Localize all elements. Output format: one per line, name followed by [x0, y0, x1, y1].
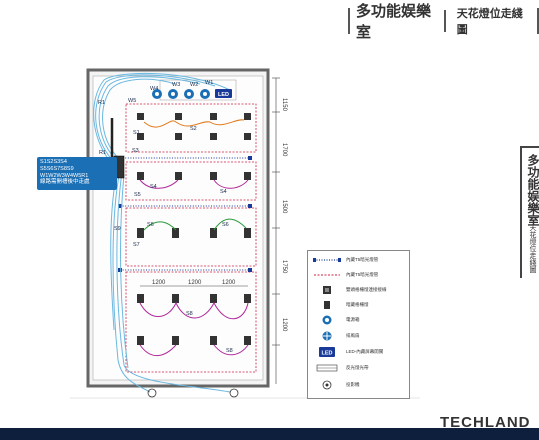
- recessed-light-symbol: [324, 301, 330, 309]
- legend-item-3: 雙頭格柵燈連接接線: [312, 285, 387, 295]
- label-s3: S3: [132, 148, 139, 154]
- label-s6: S6: [147, 222, 154, 228]
- led-strip-symbol: [313, 258, 341, 262]
- led-switch-icon: LED: [319, 347, 335, 357]
- label-s8b: S8: [226, 348, 233, 354]
- legend-item-4: 暗藏格柵燈: [312, 300, 369, 310]
- label-s1: S1: [133, 130, 140, 136]
- spacing-3: 1200: [222, 280, 236, 286]
- label-w2: W2: [190, 82, 198, 88]
- label-w1: W1: [205, 80, 213, 86]
- footer-bar: [0, 428, 539, 440]
- legend-item-2: 內藏T5暗光燈管: [312, 270, 378, 280]
- dim-1500: 1500: [281, 200, 287, 214]
- grid-light-symbol: [323, 286, 331, 294]
- callout-line-1: S1S2S3S4: [40, 159, 67, 165]
- dim-1750: 1750: [281, 260, 287, 274]
- red-dash-symbol: [314, 274, 340, 276]
- dimension-lines: [272, 77, 280, 384]
- legend-item-9: 投影機: [312, 380, 360, 390]
- label-s2: S2: [190, 126, 197, 132]
- legend-item-6: 排風扇: [312, 331, 360, 341]
- label-s8: S8: [186, 311, 193, 317]
- legend: 內藏T5暗光燈管 內藏T5暗光燈管 雙頭格柵燈連接接線 暗藏格柵燈 電源箱 排風…: [307, 250, 410, 399]
- label-r1b: R1: [99, 150, 106, 156]
- fan-icon: [322, 331, 332, 341]
- label-s4b: S4: [220, 189, 227, 195]
- label-s6b: S6: [222, 222, 229, 228]
- ceiling-light-plan: LED 1150 1700 1500 1750 1200 1200 1200 1…: [70, 68, 420, 399]
- label-r1: R1: [98, 100, 105, 106]
- svg-text:LED: LED: [218, 92, 229, 98]
- dim-1700: 1700: [281, 143, 287, 157]
- legend-item-7: LED LED-內藏屏幕開關: [312, 347, 383, 357]
- dim-1200: 1200: [281, 318, 287, 332]
- legend-item-5: 電源箱: [312, 315, 360, 325]
- spacing-1: 1200: [152, 280, 166, 286]
- label-s7: S7: [133, 242, 140, 248]
- label-w3: W3: [172, 82, 180, 88]
- light-band-symbol: [316, 364, 338, 372]
- label-s5: S5: [134, 192, 141, 198]
- svg-text:LED: LED: [322, 351, 333, 357]
- callout-line-2: S5S6S7S8S9: [40, 165, 74, 172]
- spacing-2: 1200: [188, 280, 202, 286]
- legend-item-8: 反光燈光帶: [312, 363, 369, 373]
- projector-icon: [322, 380, 332, 390]
- power-box-icon: [322, 315, 332, 325]
- label-s4: S4: [150, 184, 157, 190]
- legend-item-1: 內藏T5暗光燈管: [312, 255, 378, 265]
- wiring-callout: S1S2S3S4 S5S6S7S8S9 W1W2W3W4W5R1 線路需開槽後中…: [37, 157, 117, 190]
- label-s9: S9: [114, 226, 121, 232]
- dim-1150: 1150: [281, 98, 287, 112]
- label-w5: W5: [128, 98, 136, 104]
- label-w4: W4: [150, 86, 158, 92]
- callout-line-4: 線路需開槽後中走處: [40, 179, 90, 186]
